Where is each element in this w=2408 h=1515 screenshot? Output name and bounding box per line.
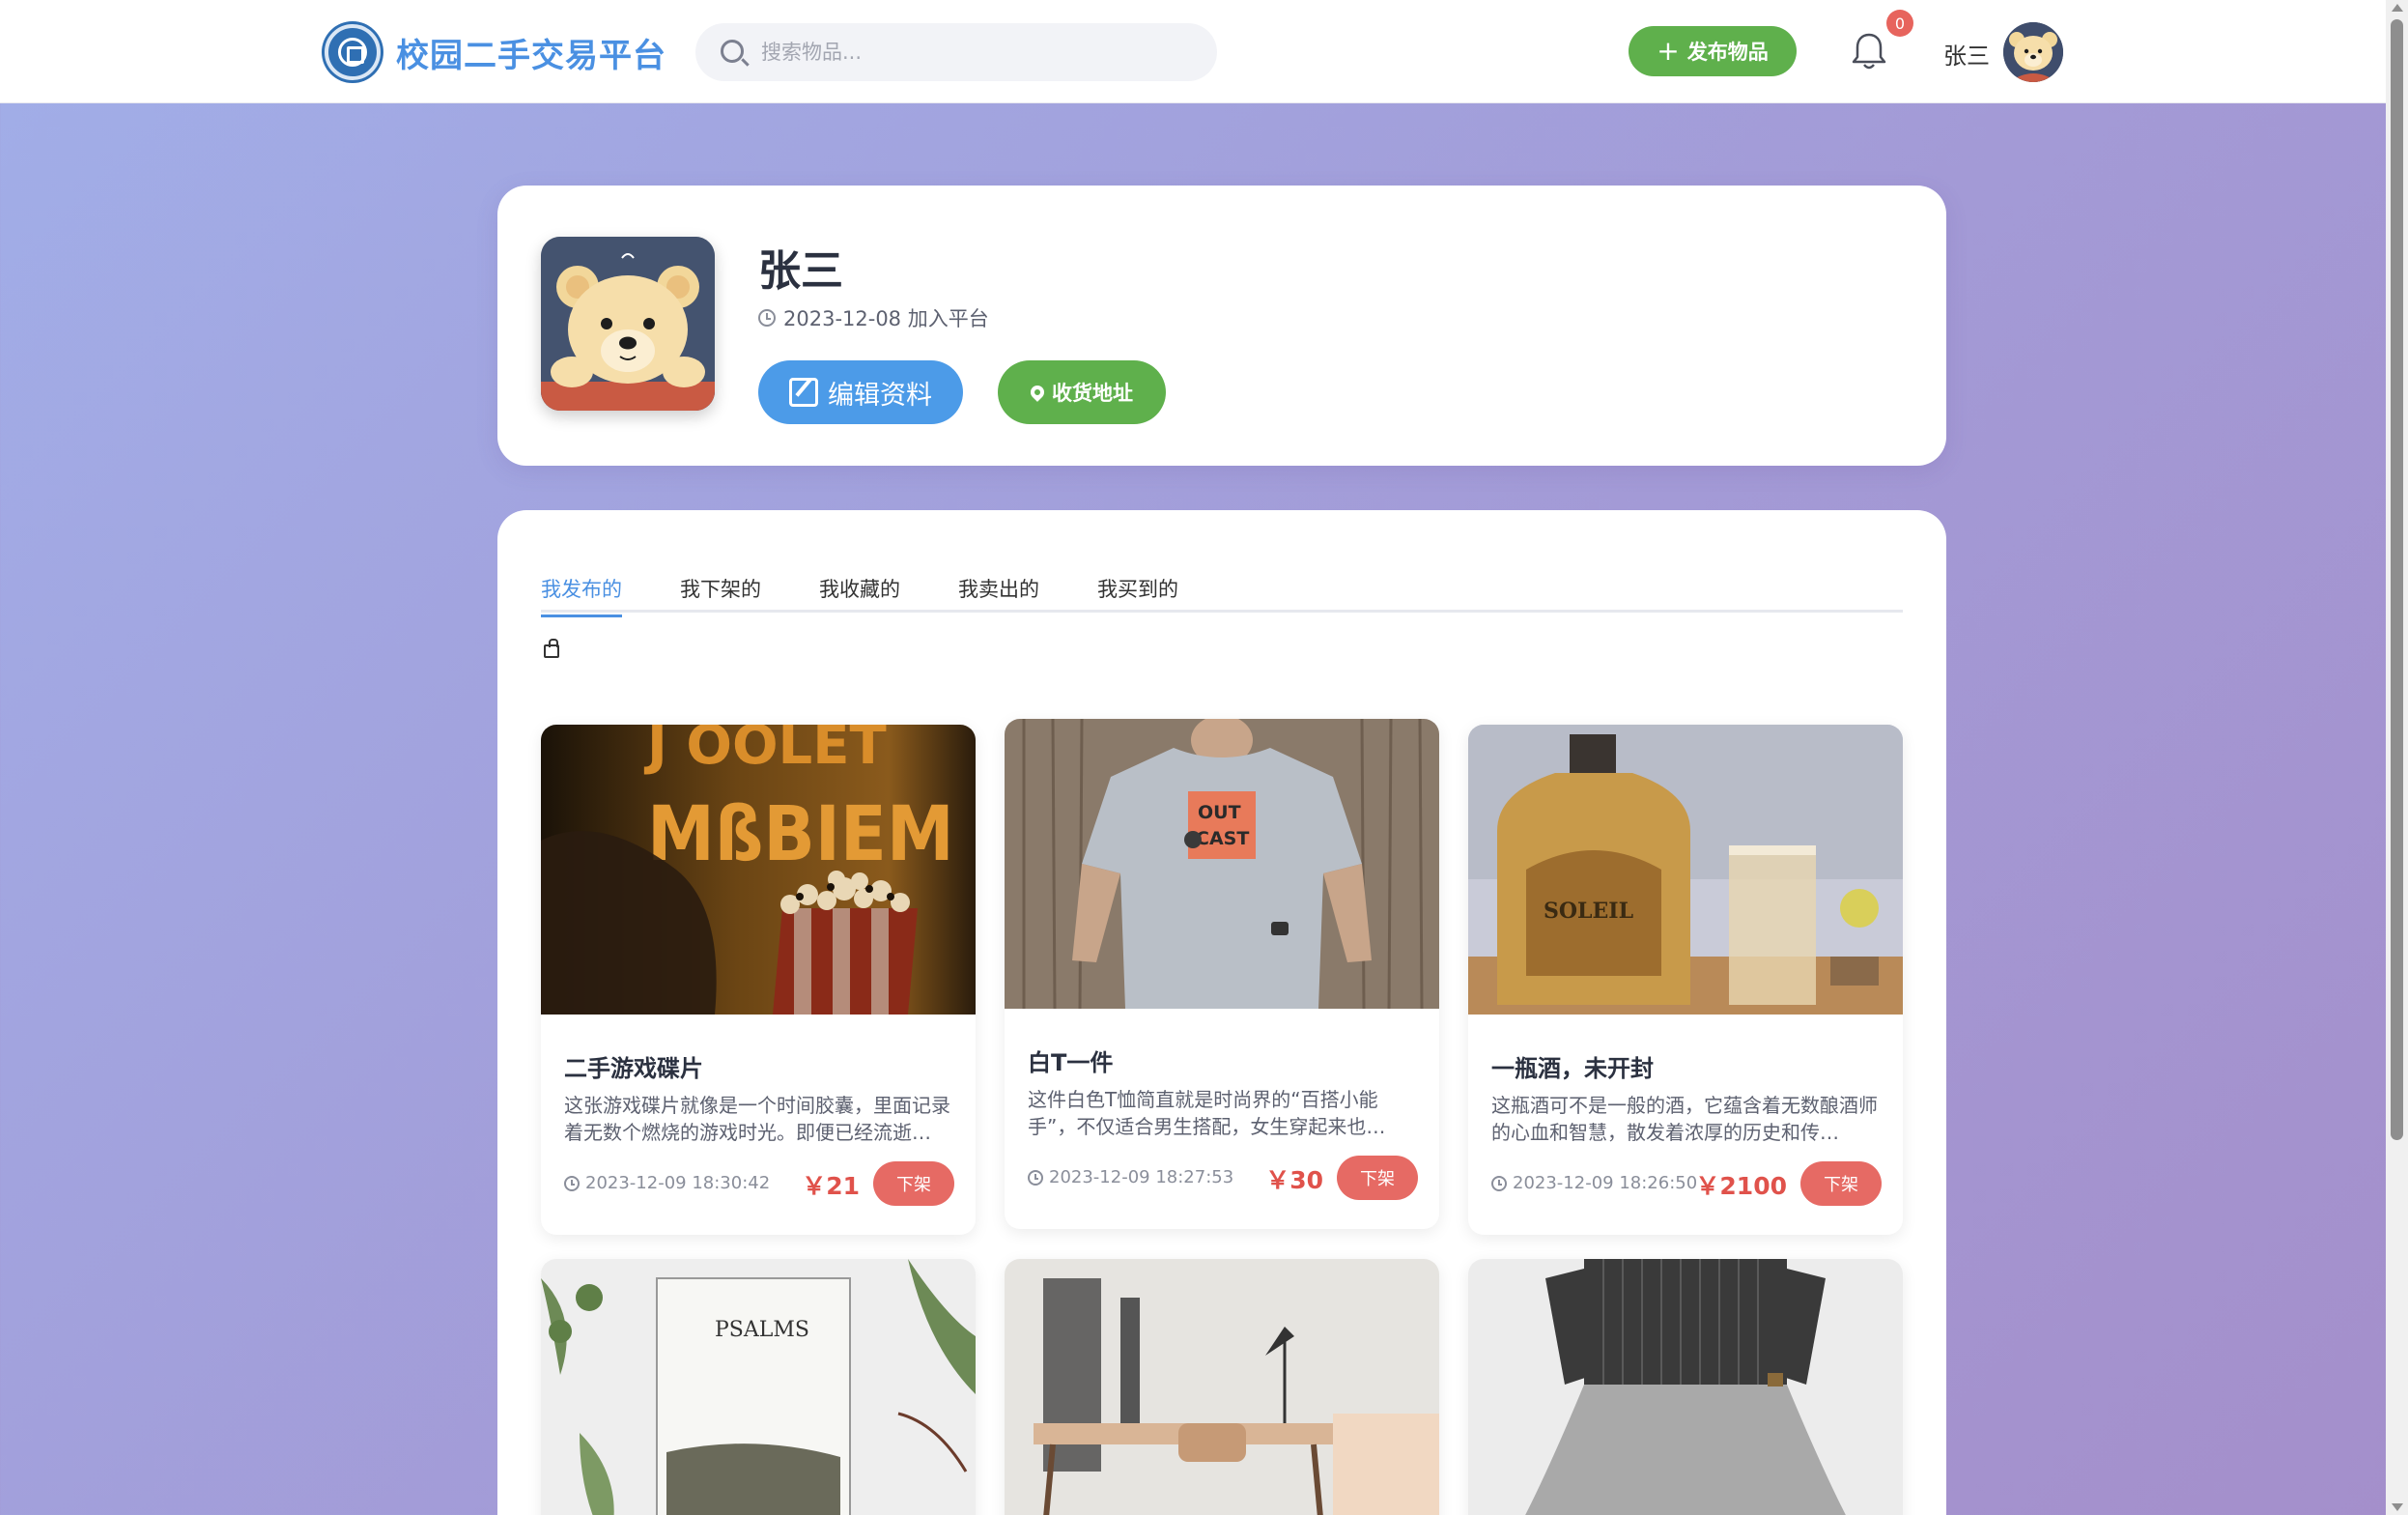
product-description: 这瓶酒可不是一般的酒，它蕴含着无数酿酒师的心血和智慧，散发着浓厚的历史和传… [1491, 1094, 1878, 1144]
tab-delisted[interactable]: 我下架的 [680, 574, 761, 615]
search-icon [721, 40, 744, 63]
delist-button[interactable]: 下架 [873, 1161, 954, 1206]
svg-text:J OOLET: J OOLET [643, 725, 887, 777]
svg-text:MßBIEM: MßBIEM [647, 791, 954, 878]
listing-tabs: 我发布的 我下架的 我收藏的 我卖出的 我买到的 [541, 564, 1903, 617]
clock-icon [1028, 1169, 1043, 1186]
user-name[interactable]: 张三 [1943, 37, 1990, 71]
product-title[interactable]: 二手游戏碟片 [564, 1049, 703, 1083]
psalms-book-title: PSALMS [715, 1318, 809, 1342]
shopping-bag-icon [544, 639, 559, 658]
product-card[interactable]: PSALMS [541, 1259, 976, 1515]
join-date-text: 2023-12-08 加入平台 [783, 307, 989, 330]
product-card[interactable]: J OOLET MßBIEM 二手游戏碟片 这张游戏碟片就像是一个时间胶囊，里面… [541, 725, 976, 1235]
clock-icon [758, 309, 776, 327]
product-image[interactable]: J OOLET MßBIEM [541, 725, 976, 1015]
product-card[interactable] [1468, 1259, 1903, 1515]
profile-name: 张三 [758, 246, 843, 296]
page-scrollbar[interactable] [2386, 0, 2408, 1515]
scroll-up-arrow-icon[interactable] [2392, 4, 2403, 12]
publish-item-label: 发布物品 [1686, 41, 1769, 64]
brand-title[interactable]: 校园二手交易平台 [396, 29, 666, 76]
product-image[interactable] [1005, 1259, 1439, 1515]
product-image[interactable]: SOLEIL [1468, 725, 1903, 1015]
location-pin-icon [1028, 383, 1047, 402]
tab-published[interactable]: 我发布的 [541, 574, 622, 617]
user-avatar[interactable] [2003, 22, 2063, 82]
scrollbar-thumb[interactable] [2391, 19, 2403, 1140]
publish-item-button[interactable]: + 发布物品 [1629, 26, 1797, 76]
profile-card: 张三 2023-12-08 加入平台 编辑资料 收货地址 [497, 186, 1946, 466]
scroll-down-arrow-icon[interactable] [2392, 1503, 2403, 1511]
delist-button[interactable]: 下架 [1337, 1156, 1418, 1200]
product-title[interactable]: 白T一件 [1028, 1043, 1113, 1077]
svg-text:OUT: OUT [1198, 802, 1241, 823]
product-card[interactable] [1005, 1259, 1439, 1515]
product-time-text: 2023-12-09 18:26:50 [1513, 1173, 1698, 1193]
product-title[interactable]: 一瓶酒，未开封 [1491, 1049, 1654, 1083]
product-time: 2023-12-09 18:27:53 [1028, 1167, 1233, 1187]
clock-icon [564, 1175, 580, 1191]
profile-avatar [541, 237, 715, 411]
delist-button[interactable]: 下架 [1800, 1161, 1882, 1206]
svg-text:CAST: CAST [1196, 828, 1249, 849]
shipping-address-label: 收货地址 [1052, 382, 1133, 405]
product-price: ￥30 [1265, 1166, 1323, 1194]
tab-bought[interactable]: 我买到的 [1097, 574, 1178, 615]
product-time: 2023-12-09 18:30:42 [564, 1173, 770, 1193]
edit-profile-button[interactable]: 编辑资料 [758, 360, 963, 424]
clock-icon [1491, 1175, 1507, 1191]
search-box[interactable] [695, 23, 1217, 81]
svg-text:SOLEIL: SOLEIL [1544, 899, 1633, 924]
edit-profile-label: 编辑资料 [828, 380, 932, 411]
tab-favorites[interactable]: 我收藏的 [819, 574, 900, 615]
product-image[interactable]: OUT CAST [1005, 719, 1439, 1009]
tab-sold[interactable]: 我卖出的 [958, 574, 1039, 615]
notification-badge: 0 [1886, 10, 1913, 37]
product-image[interactable]: PSALMS [541, 1259, 976, 1515]
product-time-text: 2023-12-09 18:30:42 [585, 1173, 771, 1193]
edit-icon [789, 378, 818, 407]
plus-icon: + [1657, 35, 1680, 67]
my-listings-panel: 我发布的 我下架的 我收藏的 我卖出的 我买到的 J OOLET MßBIEM [497, 510, 1946, 1515]
product-time: 2023-12-09 18:26:50 [1491, 1173, 1697, 1193]
product-card[interactable]: OUT CAST 白T一件 这件白色T恤简直就是时尚界的“百搭小能手”，不仅适合… [1005, 719, 1439, 1229]
product-price: ￥2100 [1695, 1172, 1787, 1200]
top-navbar: 校园二手交易平台 + 发布物品 0 张三 [0, 0, 2386, 103]
campus-logo-icon[interactable] [325, 24, 381, 80]
search-input[interactable] [761, 33, 1186, 71]
product-image[interactable] [1468, 1259, 1903, 1515]
product-description: 这张游戏碟片就像是一个时间胶囊，里面记录着无数个燃烧的游戏时光。即便已经流逝… [564, 1094, 950, 1144]
product-time-text: 2023-12-09 18:27:53 [1049, 1167, 1234, 1187]
bell-icon[interactable] [1851, 31, 1887, 71]
shipping-address-button[interactable]: 收货地址 [998, 360, 1166, 424]
join-date: 2023-12-08 加入平台 [758, 303, 989, 332]
product-price: ￥21 [802, 1172, 860, 1200]
product-description: 这件白色T恤简直就是时尚界的“百搭小能手”，不仅适合男生搭配，女生穿起来也… [1028, 1088, 1386, 1138]
product-card[interactable]: SOLEIL 一瓶酒，未开封 这瓶酒可不是一般的酒，它蕴含着无数酿酒师的心血和智… [1468, 725, 1903, 1235]
